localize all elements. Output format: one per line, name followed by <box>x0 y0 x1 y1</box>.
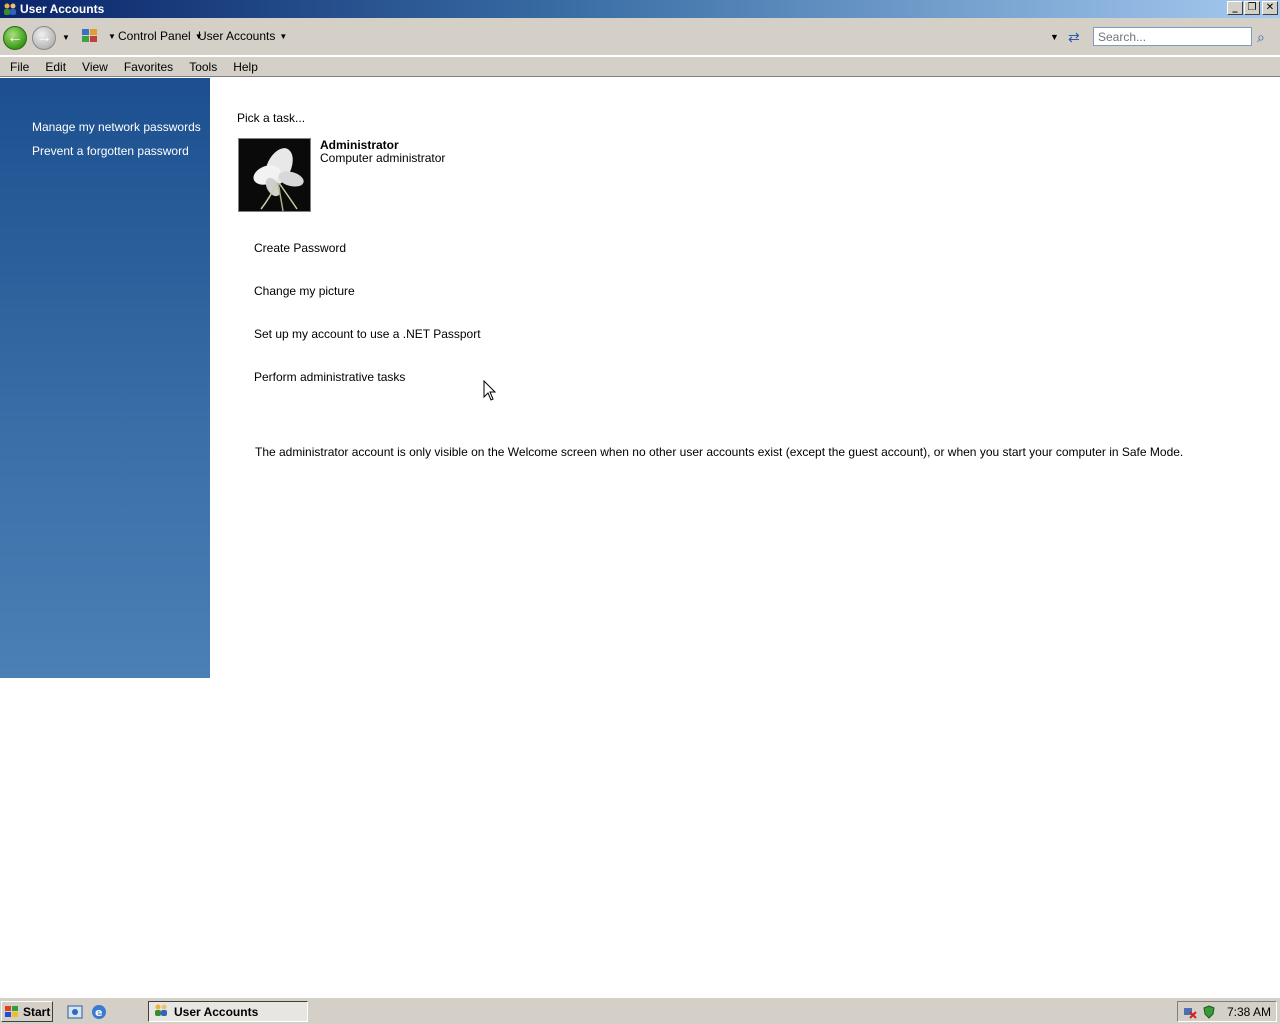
menu-edit[interactable]: Edit <box>35 60 72 74</box>
security-shield-icon[interactable] <box>1202 1005 1216 1019</box>
clock: 7:38 AM <box>1227 1005 1272 1019</box>
task-create-password[interactable]: Create Password <box>254 241 346 255</box>
internet-explorer-icon[interactable]: e <box>91 1004 107 1020</box>
avatar <box>238 138 311 212</box>
search-input[interactable] <box>1093 27 1252 46</box>
menu-bar: File Edit View Favorites Tools Help <box>0 57 1280 77</box>
minimize-button[interactable]: _ <box>1227 1 1243 15</box>
title-bar: User Accounts _ ❐ ✕ <box>0 0 1280 18</box>
sidebar: Manage my network passwords Prevent a fo… <box>0 78 210 678</box>
breadcrumb-control-panel[interactable]: Control Panel ▼ <box>118 28 203 44</box>
user-accounts-icon <box>3 2 17 16</box>
breadcrumb-label: User Accounts <box>198 29 276 43</box>
sidebar-link-forgotten-password[interactable]: Prevent a forgotten password <box>32 144 189 158</box>
page-heading: Pick a task... <box>237 111 306 125</box>
account-name: Administrator <box>320 138 399 152</box>
flower-picture-icon <box>239 139 310 211</box>
task-change-picture[interactable]: Change my picture <box>254 284 355 298</box>
account-role: Computer administrator <box>320 151 446 165</box>
explorer-quicklaunch-icon[interactable] <box>67 1004 83 1020</box>
recent-pages-dropdown-icon[interactable]: ▼ <box>62 33 70 42</box>
address-toolbar: ← → ▼ ▼ Control Panel ▼ User Accounts ▼ … <box>0 18 1280 56</box>
back-button[interactable]: ← <box>3 26 27 50</box>
user-accounts-icon <box>153 1003 169 1020</box>
sidebar-link-network-passwords[interactable]: Manage my network passwords <box>32 120 201 134</box>
close-button[interactable]: ✕ <box>1262 1 1278 15</box>
admin-account-note: The administrator account is only visibl… <box>255 445 1184 459</box>
address-dropdown-icon[interactable]: ▼ <box>1050 32 1059 42</box>
svg-text:e: e <box>95 1006 102 1019</box>
mouse-cursor-icon <box>483 380 497 401</box>
control-panel-icon[interactable] <box>81 27 99 43</box>
taskbar-button-user-accounts[interactable]: User Accounts <box>148 1001 308 1022</box>
breadcrumb-label: Control Panel <box>118 29 191 43</box>
menu-file[interactable]: File <box>0 60 35 74</box>
main-content: Pick a task... Administrator Computer ad… <box>210 78 1280 678</box>
chevron-down-icon[interactable]: ▼ <box>279 32 287 41</box>
menu-favorites[interactable]: Favorites <box>114 60 179 74</box>
system-tray: 7:38 AM <box>1177 1001 1277 1022</box>
menu-view[interactable]: View <box>72 60 114 74</box>
restore-button[interactable]: ❐ <box>1244 1 1260 15</box>
menu-tools[interactable]: Tools <box>179 60 223 74</box>
taskbar: Start e User Accounts 7:38 AM <box>0 997 1280 1024</box>
breadcrumb-root-dropdown-icon[interactable]: ▼ <box>104 28 116 44</box>
back-arrow-icon: ← <box>7 29 23 46</box>
start-label: Start <box>23 1004 51 1019</box>
forward-button[interactable]: → <box>32 26 56 50</box>
search-icon[interactable]: ⌕ <box>1257 29 1265 46</box>
forward-arrow-icon: → <box>36 29 52 46</box>
start-button[interactable]: Start <box>1 1001 53 1022</box>
refresh-icon[interactable]: ⇄ <box>1068 29 1080 46</box>
menu-help[interactable]: Help <box>223 60 264 74</box>
taskbar-button-label: User Accounts <box>174 1004 259 1019</box>
window-title: User Accounts <box>20 2 105 16</box>
windows-logo-icon <box>4 1005 20 1019</box>
task-net-passport[interactable]: Set up my account to use a .NET Passport <box>254 327 481 341</box>
task-administrative-tasks[interactable]: Perform administrative tasks <box>254 370 405 384</box>
network-disconnected-icon[interactable] <box>1183 1005 1197 1019</box>
breadcrumb-user-accounts[interactable]: User Accounts ▼ <box>198 28 287 44</box>
